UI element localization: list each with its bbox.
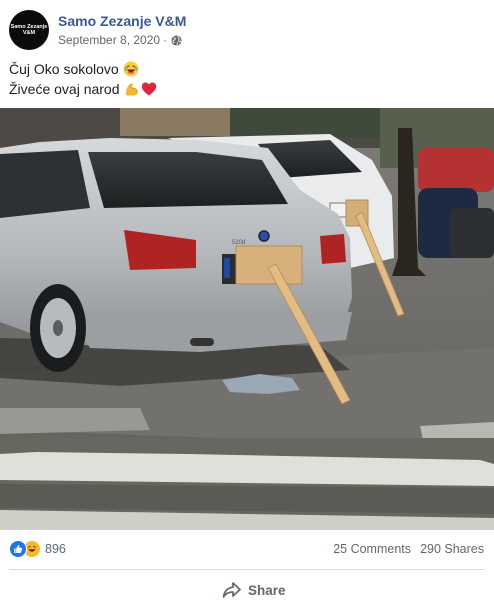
post-text-line1: Čuj Oko sokolovo [9, 61, 119, 77]
plate-eu-strip [224, 258, 230, 278]
post-photo[interactable]: 520d [0, 108, 494, 530]
flexed-biceps-emoji-icon [125, 83, 138, 96]
page-avatar[interactable]: Samo Zezanje V&M [9, 10, 49, 50]
laughing-face-emoji-icon [123, 61, 139, 77]
like-icon [9, 540, 27, 558]
share-arrow-icon [222, 582, 241, 598]
dark-car-right [450, 208, 494, 258]
curb-left [0, 408, 150, 434]
trunk-badge: 520d [232, 240, 245, 246]
silver-car-rear-window [88, 152, 288, 208]
comments-count-link[interactable]: 25 Comments [333, 542, 411, 556]
post-text-line-2: Živeće ovaj narod [9, 79, 157, 99]
cardboard-plate-cover-silver [235, 245, 303, 285]
post-date-link[interactable]: September 8, 2020 [58, 33, 160, 47]
share-button[interactable]: Share [222, 578, 286, 602]
avatar-text-line2: V&M [22, 30, 36, 36]
exhaust-pipe [190, 338, 214, 346]
page-name-link[interactable]: Samo Zezanje V&M [58, 13, 186, 29]
rim-hub [53, 320, 63, 336]
post-header: Samo Zezanje V&M Samo Zezanje V&M Septem… [0, 0, 494, 58]
reaction-count: 896 [45, 542, 66, 556]
trees-backdrop [230, 108, 380, 138]
building-wall [120, 108, 230, 136]
post-meta: September 8, 2020 · [58, 33, 182, 47]
shares-count-link[interactable]: 290 Shares [420, 542, 484, 556]
post-text-line2: Živeće ovaj narod [9, 81, 120, 97]
silver-car-side-window [0, 150, 90, 218]
red-heart-emoji-icon [141, 82, 156, 96]
red-car [418, 148, 494, 192]
share-label: Share [248, 582, 286, 598]
reactions-summary[interactable]: 896 [9, 540, 66, 558]
post-stats: 896 25 Comments 290 Shares [0, 534, 494, 564]
meta-separator: · [163, 33, 168, 47]
photo-scene: 520d [0, 108, 494, 530]
bmw-badge [258, 230, 270, 242]
right-tail-light [320, 234, 346, 264]
globe-icon[interactable] [171, 34, 182, 46]
action-divider [9, 569, 485, 570]
post-text: Čuj Oko sokolovo Živeće ovaj narod [9, 59, 157, 99]
post-text-line-1: Čuj Oko sokolovo [9, 59, 157, 79]
